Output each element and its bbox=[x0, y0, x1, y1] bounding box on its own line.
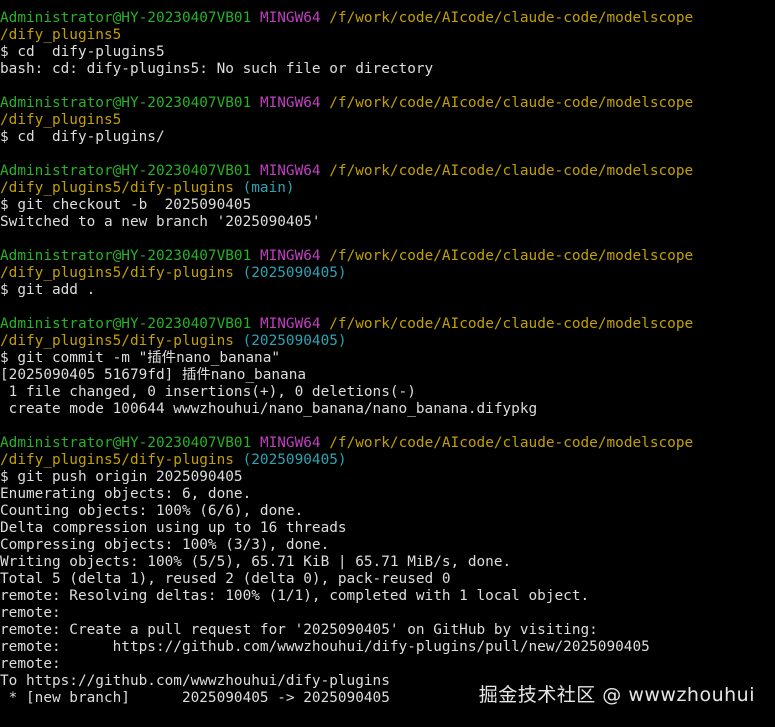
output-line-url[interactable]: remote: https://github.com/wwwzhouhui/di… bbox=[0, 639, 775, 656]
output-line: 1 file changed, 0 insertions(+), 0 delet… bbox=[0, 384, 416, 400]
terminal-window[interactable]: Administrator@HY-20230407VB01 MINGW64 /f… bbox=[0, 0, 775, 727]
command-line: $ git push origin 2025090405 bbox=[0, 469, 243, 485]
prompt-line-wrap: /dify_plugins5/dify-plugins (2025090405) bbox=[0, 333, 775, 350]
output-line: remote: bbox=[0, 656, 61, 672]
prompt-branch: (main) bbox=[242, 180, 295, 196]
prompt-line: Administrator@HY-20230407VB01 MINGW64 /f… bbox=[0, 435, 775, 452]
prompt-line-wrap: /dify_plugins5/dify-plugins (main) bbox=[0, 180, 775, 197]
prompt-user-host: Administrator@HY-20230407VB01 bbox=[0, 316, 252, 332]
output-line: remote: Create a pull request for '20250… bbox=[0, 622, 598, 638]
prompt-line-wrap: /dify_plugins5 bbox=[0, 112, 775, 129]
prompt-branch: (2025090405) bbox=[242, 333, 347, 349]
prompt-path: /f/work/code/AIcode/claude-code/modelsco… bbox=[329, 10, 694, 26]
prompt-line: Administrator@HY-20230407VB01 MINGW64 /f… bbox=[0, 95, 775, 112]
prompt-line-wrap: /dify_plugins5/dify-plugins (2025090405) bbox=[0, 265, 775, 282]
prompt-line-wrap: /dify_plugins5 bbox=[0, 27, 775, 44]
prompt-line: Administrator@HY-20230407VB01 MINGW64 /f… bbox=[0, 248, 775, 265]
prompt-user-host: Administrator@HY-20230407VB01 bbox=[0, 95, 252, 111]
prompt-user-host: Administrator@HY-20230407VB01 bbox=[0, 10, 252, 26]
prompt-user-host: Administrator@HY-20230407VB01 bbox=[0, 248, 252, 264]
prompt-msystem: MINGW64 bbox=[259, 95, 321, 111]
output-line: remote: bbox=[0, 605, 61, 621]
watermark-text: 掘金技术社区 @ wwwzhouhui bbox=[478, 684, 755, 706]
command-block: Administrator@HY-20230407VB01 MINGW64 /f… bbox=[0, 163, 775, 248]
prompt-branch: (2025090405) bbox=[242, 265, 347, 281]
prompt-path-continued: /dify_plugins5 bbox=[0, 27, 122, 43]
prompt-path: /f/work/code/AIcode/claude-code/modelsco… bbox=[329, 435, 694, 451]
output-line: bash: cd: dify-plugins5: No such file or… bbox=[0, 61, 434, 77]
prompt-line-wrap: /dify_plugins5/dify-plugins (2025090405) bbox=[0, 452, 775, 469]
command-block: Administrator@HY-20230407VB01 MINGW64 /f… bbox=[0, 10, 775, 95]
output-line: Switched to a new branch '2025090405' bbox=[0, 214, 321, 230]
command-line: $ git commit -m "插件nano_banana" bbox=[0, 350, 281, 366]
command-block: Administrator@HY-20230407VB01 MINGW64 /f… bbox=[0, 316, 775, 435]
output-line: Writing objects: 100% (5/5), 65.71 KiB |… bbox=[0, 554, 512, 570]
prompt-path-continued: /dify_plugins5/dify-plugins bbox=[0, 180, 234, 196]
command-block: Administrator@HY-20230407VB01 MINGW64 /f… bbox=[0, 248, 775, 316]
prompt-msystem: MINGW64 bbox=[259, 163, 321, 179]
output-line: remote: Resolving deltas: 100% (1/1), co… bbox=[0, 588, 590, 604]
prompt-line: Administrator@HY-20230407VB01 MINGW64 /f… bbox=[0, 163, 775, 180]
prompt-path-continued: /dify_plugins5 bbox=[0, 112, 122, 128]
prompt-branch: (2025090405) bbox=[242, 452, 347, 468]
command-block: Administrator@HY-20230407VB01 MINGW64 /f… bbox=[0, 95, 775, 163]
prompt-line: Administrator@HY-20230407VB01 MINGW64 /f… bbox=[0, 316, 775, 333]
prompt-msystem: MINGW64 bbox=[259, 435, 321, 451]
prompt-path-continued: /dify_plugins5/dify-plugins bbox=[0, 452, 234, 468]
prompt-path: /f/work/code/AIcode/claude-code/modelsco… bbox=[329, 163, 694, 179]
output-line: [2025090405 51679fd] 插件nano_banana bbox=[0, 367, 307, 383]
output-line: Compressing objects: 100% (3/3), done. bbox=[0, 537, 330, 553]
output-line: Total 5 (delta 1), reused 2 (delta 0), p… bbox=[0, 571, 451, 587]
prompt-user-host: Administrator@HY-20230407VB01 bbox=[0, 163, 252, 179]
prompt-path: /f/work/code/AIcode/claude-code/modelsco… bbox=[329, 95, 694, 111]
output-line: create mode 100644 wwwzhouhui/nano_banan… bbox=[0, 401, 538, 417]
prompt-line: Administrator@HY-20230407VB01 MINGW64 /f… bbox=[0, 10, 775, 27]
command-line: $ cd dify-plugins5 bbox=[0, 44, 165, 60]
command-line: $ git add . bbox=[0, 282, 96, 298]
prompt-path-continued: /dify_plugins5/dify-plugins bbox=[0, 333, 234, 349]
prompt-path: /f/work/code/AIcode/claude-code/modelsco… bbox=[329, 248, 694, 264]
prompt-user-host: Administrator@HY-20230407VB01 bbox=[0, 435, 252, 451]
command-line: $ git checkout -b 2025090405 bbox=[0, 197, 252, 213]
output-line: Counting objects: 100% (6/6), done. bbox=[0, 503, 304, 519]
output-line: Enumerating objects: 6, done. bbox=[0, 486, 252, 502]
prompt-msystem: MINGW64 bbox=[259, 248, 321, 264]
output-line: Delta compression using up to 16 threads bbox=[0, 520, 347, 536]
prompt-msystem: MINGW64 bbox=[259, 10, 321, 26]
prompt-path: /f/work/code/AIcode/claude-code/modelsco… bbox=[329, 316, 694, 332]
prompt-path-continued: /dify_plugins5/dify-plugins bbox=[0, 265, 234, 281]
prompt-msystem: MINGW64 bbox=[259, 316, 321, 332]
command-line: $ cd dify-plugins/ bbox=[0, 129, 165, 145]
command-block: Administrator@HY-20230407VB01 MINGW64 /f… bbox=[0, 435, 775, 707]
